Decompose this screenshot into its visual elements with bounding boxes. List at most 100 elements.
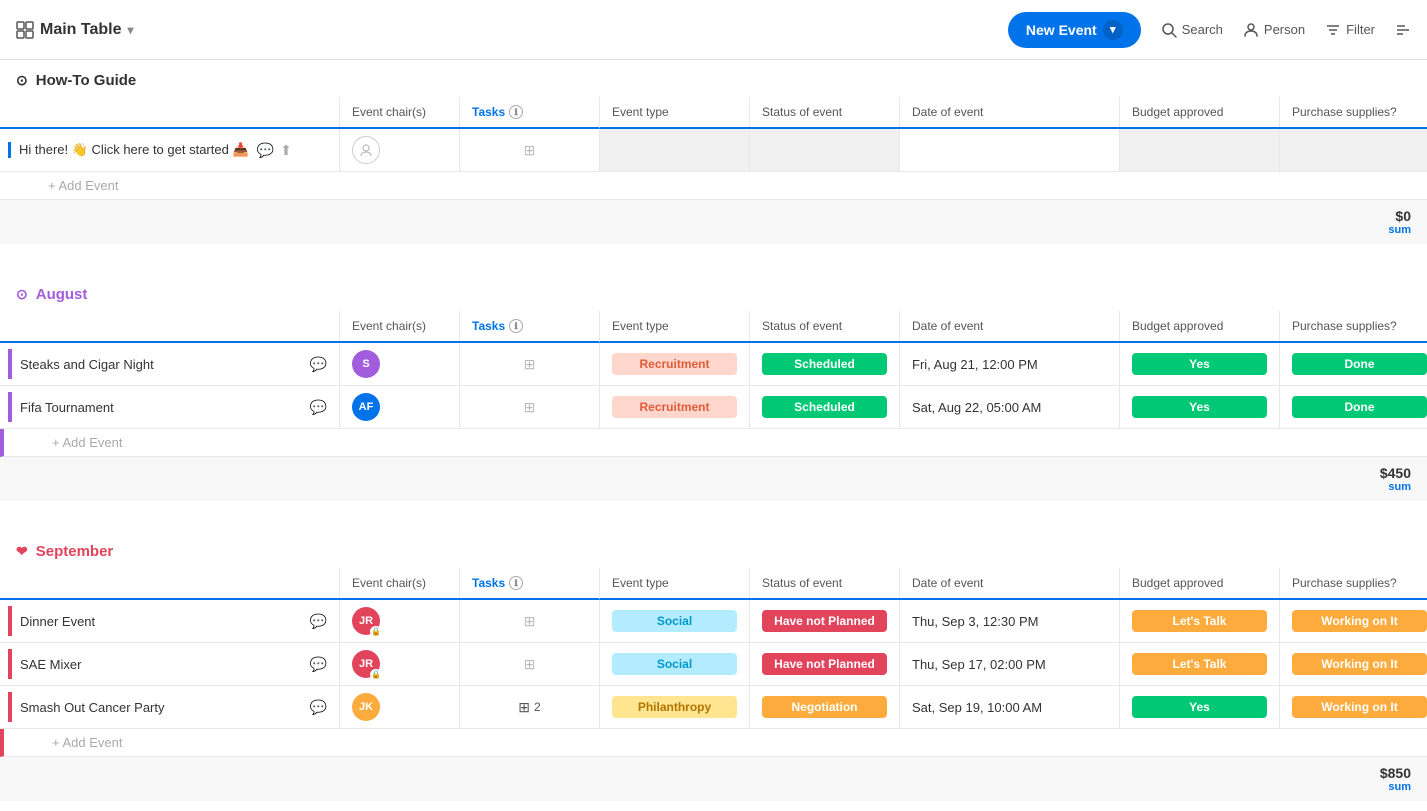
main-table-title[interactable]: Main Table ▾ [16,21,134,39]
date-text: Thu, Sep 17, 02:00 PM [912,657,1046,672]
table-row[interactable]: Smash Out Cancer Party 💬 JK ⊞ 2 Philanth… [0,686,1427,729]
status-cell[interactable]: Scheduled [750,386,900,428]
filter-action[interactable]: Filter [1325,22,1375,38]
table-row[interactable]: Dinner Event 💬 JR 🔒 ⊞ Social Have not Pl… [0,600,1427,643]
tasks-icon: ⊞ [524,399,536,416]
event-name: Smash Out Cancer Party [20,700,302,715]
date-cell: Fri, Aug 21, 12:00 PM [900,343,1120,385]
section-toggle-august[interactable]: ⊙ August [16,286,87,303]
col-event-name [0,311,340,341]
budget-approved-badge: Yes [1132,353,1267,375]
event-type-badge: Social [612,610,737,632]
september-sum-label: sum [1251,781,1411,793]
table-row[interactable]: Hi there! 👋 Click here to get started 📥 … [0,129,1427,172]
budget-approved-cell[interactable]: Let's Talk [1120,643,1280,685]
event-type-cell[interactable]: Philanthropy [600,686,750,728]
how-to-col-headers: Event chair(s) Tasks ℹ Event type Status… [0,97,1427,129]
col-date: Date of event [900,311,1120,341]
section-august: ⊙ August Event chair(s) Tasks ℹ Event ty… [0,274,1427,501]
person-icon [1243,22,1259,38]
status-cell[interactable]: Scheduled [750,343,900,385]
table-row[interactable]: Fifa Tournament 💬 AF ⊞ Recruitment Sched… [0,386,1427,429]
event-name-cell: SAE Mixer 💬 [0,643,340,685]
chair-avatar-placeholder [352,136,380,164]
comment-icon[interactable]: 💬 [310,699,327,716]
comment-icon[interactable]: 💬 [310,613,327,630]
event-name-cell: Fifa Tournament 💬 [0,386,340,428]
how-to-sum-label: sum [1251,224,1411,236]
new-event-arrow[interactable]: ▾ [1103,20,1123,40]
section-how-to-header: ⊙ How-To Guide [0,60,1427,97]
chair-cell: JK [340,686,460,728]
section-how-to-guide: ⊙ How-To Guide Event chair(s) Tasks ℹ Ev… [0,60,1427,244]
section-toggle-september[interactable]: ❤ September [16,543,113,560]
comment-icon[interactable]: 💬 [310,356,327,373]
content-area: ⊙ How-To Guide Event chair(s) Tasks ℹ Ev… [0,60,1427,811]
september-sum-amount: $850 [1251,765,1411,781]
share-icon[interactable]: ⬆ [280,142,292,159]
comment-icon[interactable]: 💬 [310,656,327,673]
purchase-supplies-cell[interactable]: Working on It [1280,686,1427,728]
date-cell: Sat, Sep 19, 10:00 AM [900,686,1120,728]
table-row[interactable]: SAE Mixer 💬 JR 🔒 ⊞ Social Have not Plann… [0,643,1427,686]
person-action[interactable]: Person [1243,22,1305,38]
event-type-cell[interactable]: Recruitment [600,343,750,385]
tasks-info-icon[interactable]: ℹ [509,105,523,119]
new-event-button[interactable]: New Event ▾ [1008,12,1141,48]
event-type-cell[interactable]: Social [600,643,750,685]
search-action[interactable]: Search [1161,22,1223,38]
col-status: Status of event [750,568,900,598]
how-to-sum-row: $0 sum [0,200,1427,244]
status-cell[interactable]: Have not Planned [750,600,900,642]
tasks-cell: ⊞ [460,643,600,685]
tasks-info-icon[interactable]: ℹ [509,319,523,333]
tasks-info-icon[interactable]: ℹ [509,576,523,590]
date-cell: Thu, Sep 3, 12:30 PM [900,600,1120,642]
add-event-august[interactable]: + Add Event [0,429,1427,457]
collapse-icon: ⊙ [16,72,28,89]
col-purchase-supplies: Purchase supplies? [1280,568,1427,598]
chair-cell: AF [340,386,460,428]
date-text: Thu, Sep 3, 12:30 PM [912,614,1038,629]
row-accent [8,606,12,636]
purchase-supplies-cell[interactable]: Done [1280,343,1427,385]
date-cell: Thu, Sep 17, 02:00 PM [900,643,1120,685]
budget-approved-cell[interactable]: Yes [1120,386,1280,428]
tasks-icon: ⊞ [524,613,536,630]
event-type-cell[interactable]: Social [600,600,750,642]
filter-icon [1325,22,1341,38]
add-event-how-to[interactable]: + Add Event [0,172,1427,200]
tasks-icon: ⊞ [518,699,530,716]
add-event-september[interactable]: + Add Event [0,729,1427,757]
purchase-supplies-cell[interactable]: Done [1280,386,1427,428]
row-accent [8,392,12,422]
budget-approved-badge: Let's Talk [1132,653,1267,675]
section-toggle-how-to[interactable]: ⊙ How-To Guide [16,72,136,89]
title-text: Main Table [40,21,122,39]
budget-approved-cell[interactable]: Yes [1120,343,1280,385]
comment-icon[interactable]: 💬 [257,142,274,159]
event-name: Steaks and Cigar Night [20,357,302,372]
status-cell[interactable]: Have not Planned [750,643,900,685]
chair-cell: S [340,343,460,385]
september-col-headers: Event chair(s) Tasks ℹ Event type Status… [0,568,1427,600]
tasks-icon: ⊞ [524,656,536,673]
chevron-down-icon[interactable]: ▾ [128,23,134,37]
col-budget-approved: Budget approved [1120,311,1280,341]
topbar: Main Table ▾ New Event ▾ Search Person [0,0,1427,60]
date-text: Sat, Sep 19, 10:00 AM [912,700,1042,715]
event-name: Dinner Event [20,614,302,629]
sort-action[interactable] [1395,22,1411,38]
budget-approved-cell[interactable]: Yes [1120,686,1280,728]
purchase-supplies-cell[interactable]: Working on It [1280,643,1427,685]
chair-cell: JR 🔒 [340,600,460,642]
purchase-supplies-badge: Working on It [1292,653,1427,675]
purchase-supplies-cell[interactable]: Working on It [1280,600,1427,642]
status-cell[interactable]: Negotiation [750,686,900,728]
howto-supplies-cell [1280,129,1427,171]
table-row[interactable]: Steaks and Cigar Night 💬 S ⊞ Recruitment… [0,343,1427,386]
event-type-cell[interactable]: Recruitment [600,386,750,428]
budget-approved-cell[interactable]: Let's Talk [1120,600,1280,642]
september-sum-cell: $850 sum [1251,765,1411,793]
comment-icon[interactable]: 💬 [310,399,327,416]
